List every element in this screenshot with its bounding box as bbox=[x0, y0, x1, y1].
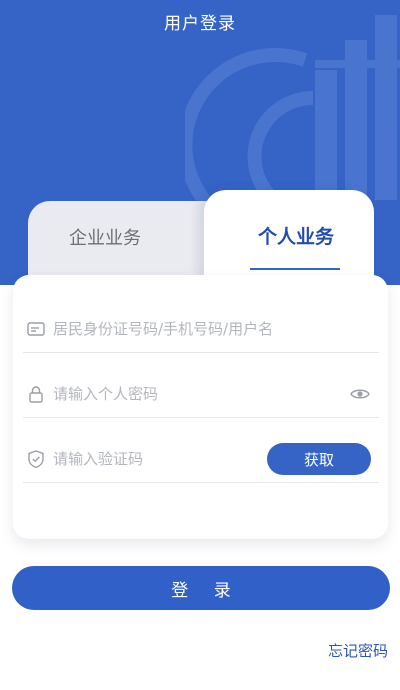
active-tab-indicator bbox=[250, 268, 340, 270]
id-card-icon bbox=[27, 322, 45, 336]
captcha-input[interactable] bbox=[53, 450, 267, 468]
shield-check-icon bbox=[28, 450, 44, 469]
password-field bbox=[23, 371, 379, 418]
password-input[interactable] bbox=[53, 385, 349, 403]
page-title: 用户登录 bbox=[164, 14, 236, 34]
lock-icon bbox=[29, 386, 43, 403]
username-input[interactable] bbox=[53, 320, 379, 338]
forgot-password-link[interactable]: 忘记密码 bbox=[328, 640, 388, 661]
eye-icon[interactable] bbox=[349, 383, 371, 405]
login-card: 获取 bbox=[13, 275, 388, 539]
username-field bbox=[23, 306, 379, 353]
login-button[interactable]: 登 录 bbox=[12, 566, 390, 610]
captcha-field: 获取 bbox=[23, 436, 379, 483]
get-code-button[interactable]: 获取 bbox=[267, 443, 371, 475]
